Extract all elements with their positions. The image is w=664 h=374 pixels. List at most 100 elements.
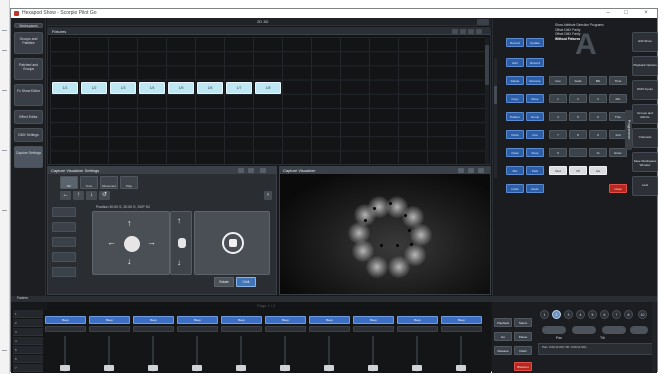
page-number-button[interactable]: 8	[624, 310, 633, 319]
keypad-8[interactable]: 8	[569, 130, 587, 139]
close-icon[interactable]: ×	[639, 9, 653, 18]
copy-button[interactable]: Copy	[506, 94, 524, 103]
remove-button[interactable]: Remove	[526, 76, 544, 85]
fader-knob[interactable]	[280, 365, 290, 371]
fader-knob[interactable]	[236, 365, 246, 371]
settings-side-button[interactable]	[52, 267, 76, 277]
fader-knob[interactable]	[412, 365, 422, 371]
fader-knob[interactable]	[60, 365, 70, 371]
playback-button[interactable]: Playback	[494, 318, 512, 327]
keypad-set[interactable]: Set	[589, 166, 607, 175]
sidebar-item-groups[interactable]: Groups and Palettes	[14, 32, 43, 54]
keypad-9[interactable]: 9	[589, 130, 607, 139]
fixture-grid[interactable]: 1/1 1/2 1/3 1/4 1/5 1/6 1/7 1/8	[50, 37, 488, 164]
fader-knob[interactable]	[148, 365, 158, 371]
sidebar-item-fx-show[interactable]: Fx Show Editor	[14, 84, 43, 106]
fader-sub-button[interactable]	[309, 326, 350, 332]
keypad-at[interactable]: At	[589, 148, 607, 157]
bottom-right-scrollbar[interactable]	[652, 302, 656, 373]
fader-sub-button[interactable]	[221, 326, 262, 332]
park-button[interactable]: Park	[526, 166, 544, 175]
programmer-tab[interactable]: Programmer	[625, 110, 632, 150]
fader-knob[interactable]	[456, 365, 466, 371]
delete-button[interactable]: Delete	[506, 76, 524, 85]
keypad-clear[interactable]: Clear	[609, 184, 627, 193]
page-number-button[interactable]: 4	[576, 310, 585, 319]
reset-icon[interactable]: ↺	[99, 191, 110, 200]
edit-button[interactable]: Edit	[506, 58, 524, 67]
panel-control-button[interactable]	[248, 168, 254, 173]
fader-sub-button[interactable]	[177, 326, 218, 332]
pause-button[interactable]: Pause	[514, 332, 532, 341]
side-tab-edit-show[interactable]: Edit Show	[632, 32, 658, 52]
panel-control-button[interactable]	[460, 29, 466, 34]
pad-handle[interactable]	[124, 236, 140, 252]
sidebar-item-effect[interactable]: Effect Editor	[14, 110, 43, 124]
record-button[interactable]: Record	[506, 38, 524, 47]
sidebar-item-capture[interactable]: Capture Settings	[14, 146, 43, 168]
fader-knob[interactable]	[104, 365, 114, 371]
settings-side-button[interactable]	[52, 207, 76, 217]
visualizer-stage[interactable]	[280, 174, 490, 294]
fader-name-button[interactable]: Beep	[45, 316, 86, 324]
fader-sub-button[interactable]	[353, 326, 394, 332]
fader-sub-button[interactable]	[397, 326, 438, 332]
scrollbar-thumb[interactable]	[494, 86, 497, 104]
blackout-button[interactable]: Blackout	[514, 362, 532, 371]
fixture-cell[interactable]: 1/3	[110, 82, 136, 94]
slider-handle[interactable]	[178, 238, 186, 248]
record2-button[interactable]: Record	[526, 58, 544, 67]
fader-name-button[interactable]: Beep	[397, 316, 438, 324]
clear-button[interactable]: Clear	[506, 148, 524, 157]
encoder-slot[interactable]	[602, 326, 626, 334]
pan-icon[interactable]: ↑	[73, 191, 84, 200]
panel-control-button[interactable]	[468, 29, 474, 34]
keypad-1[interactable]: 1	[549, 94, 567, 103]
select-button[interactable]: Select	[514, 318, 532, 327]
page-number-button[interactable]: 3	[564, 310, 573, 319]
settings-side-button[interactable]	[52, 222, 76, 232]
page-number-button[interactable]: 7	[612, 310, 621, 319]
keypad-dot[interactable]: .	[569, 148, 587, 157]
snap-button[interactable]: Snap	[526, 148, 544, 157]
keypad-3[interactable]: 3	[589, 94, 607, 103]
fader-name-button[interactable]: Beep	[177, 316, 218, 324]
keypad-7[interactable]: 7	[549, 130, 567, 139]
keypad-6[interactable]: 6	[589, 112, 607, 121]
page-number-button[interactable]: 5	[588, 310, 597, 319]
fader-sub-button[interactable]	[45, 326, 86, 332]
keypad-blk[interactable]: Blk	[589, 76, 607, 85]
keypad-4[interactable]: 4	[549, 112, 567, 121]
page-number-button[interactable]: 2	[552, 310, 561, 319]
zoom-slider[interactable]: ↑ ↓	[170, 211, 192, 275]
side-tab-dmx-inputs[interactable]: DMX Inputs	[632, 80, 658, 100]
scrollbar-thumb[interactable]	[485, 45, 489, 85]
page-number-button[interactable]: 1	[540, 310, 549, 319]
encoder-slot[interactable]	[630, 326, 648, 334]
rotate-pad[interactable]	[194, 211, 270, 275]
keypad-rtn[interactable]: Rtn	[609, 94, 627, 103]
fader-sub-button[interactable]	[89, 326, 130, 332]
minimize-icon[interactable]: –	[601, 9, 615, 18]
keypad-cue[interactable]: Cue	[549, 76, 567, 85]
fixture-cell[interactable]: 1/2	[81, 82, 107, 94]
undo-button[interactable]: Undo	[506, 184, 524, 193]
panel-control-button[interactable]	[260, 168, 266, 173]
go-button[interactable]: Go	[494, 332, 512, 341]
side-tab-lock[interactable]: Lock	[632, 176, 658, 196]
side-tab-channels[interactable]: Channels	[632, 128, 658, 148]
fixture-cell[interactable]: 1/4	[139, 82, 165, 94]
fader-knob[interactable]	[368, 365, 378, 371]
tab-movement[interactable]: Movement	[100, 176, 118, 189]
keypad-time[interactable]: Time	[609, 76, 627, 85]
keypad-mod[interactable]: Mod	[549, 166, 567, 175]
side-tab-groups-effects[interactable]: Groups and Effects	[632, 104, 658, 124]
orbit-mode-button[interactable]: Orbit	[236, 277, 256, 287]
update-button[interactable]: Update	[526, 38, 544, 47]
encoder-slot[interactable]	[542, 326, 566, 334]
panel-control-button[interactable]	[458, 168, 464, 173]
group-button[interactable]: Group	[526, 112, 544, 121]
maximize-icon[interactable]: □	[619, 9, 633, 18]
panel-control-button[interactable]	[468, 168, 474, 173]
mix-button[interactable]: Mix	[506, 166, 524, 175]
